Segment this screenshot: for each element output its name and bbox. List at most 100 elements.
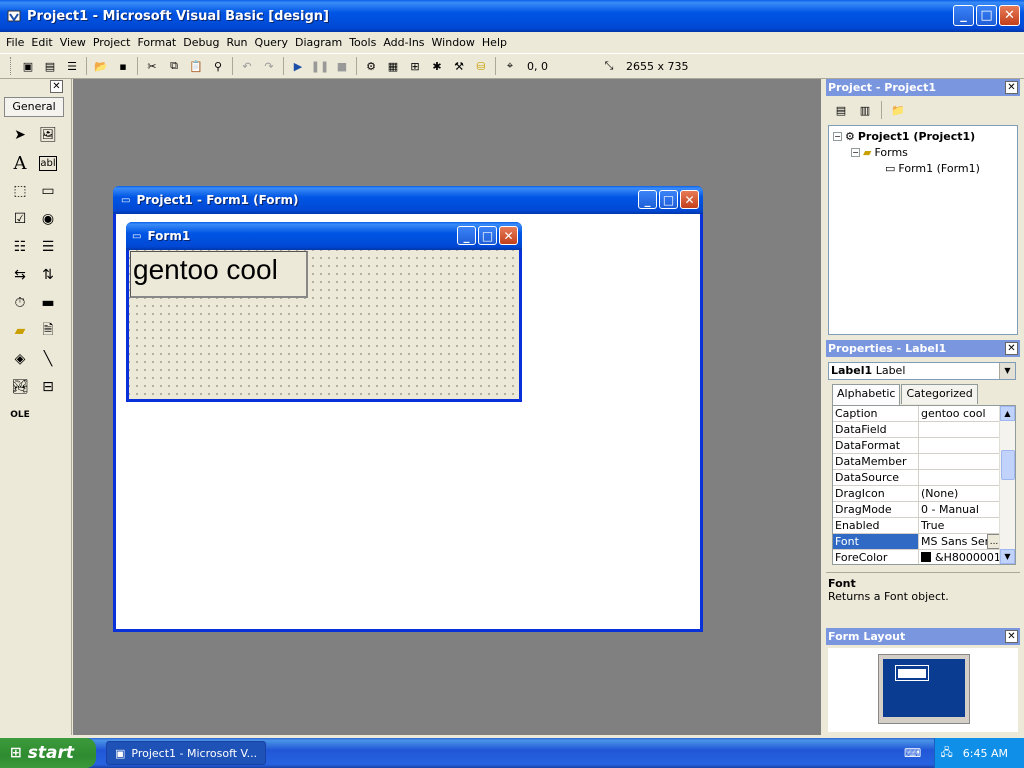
object-browser-icon[interactable]: ✱ (426, 55, 448, 77)
form-designer-titlebar[interactable]: ▭ Project1 - Form1 (Form) _ □ ✕ (113, 186, 703, 214)
redo-icon[interactable]: ↷ (258, 55, 280, 77)
image-tool-icon[interactable]: 🏞 (6, 373, 34, 401)
end-icon[interactable]: ■ (331, 55, 353, 77)
start-icon[interactable]: ▶ (287, 55, 309, 77)
tab-categorized[interactable]: Categorized (901, 384, 978, 404)
menu-edit[interactable]: Edit (31, 36, 52, 49)
close-button[interactable]: ✕ (999, 5, 1020, 26)
copy-icon[interactable]: ⧉ (163, 55, 185, 77)
property-row[interactable]: Enabled True (833, 518, 1001, 534)
scroll-up-icon[interactable]: ▲ (1000, 406, 1015, 421)
tree-project-node[interactable]: − ⚙ Project1 (Project1) (833, 130, 975, 143)
frame-tool-icon[interactable]: ⬚ (6, 177, 34, 205)
data-tool-icon[interactable]: ⊟ (34, 373, 62, 401)
menu-format[interactable]: Format (137, 36, 176, 49)
hscrollbar-tool-icon[interactable]: ⇆ (6, 261, 34, 289)
collapse-icon[interactable]: − (833, 132, 842, 141)
break-icon[interactable]: ❚❚ (309, 55, 331, 77)
vscrollbar-tool-icon[interactable]: ⇅ (34, 261, 62, 289)
menu-tools[interactable]: Tools (349, 36, 376, 49)
property-row[interactable]: ForeColor &H80000012 (833, 550, 1001, 564)
combobox-tool-icon[interactable]: ☷ (6, 233, 34, 261)
label-tool-icon[interactable]: A (6, 149, 34, 177)
start-button[interactable]: ⊞ start (0, 738, 96, 768)
add-project-icon[interactable]: ▣ (17, 55, 39, 77)
designer-close-button[interactable]: ✕ (680, 190, 699, 209)
property-row[interactable]: DataField (833, 422, 1001, 438)
property-row[interactable]: DataFormat (833, 438, 1001, 454)
minimize-button[interactable]: _ (953, 5, 974, 26)
optionbutton-tool-icon[interactable]: ◉ (34, 205, 62, 233)
toolbox-close-icon[interactable]: ✕ (50, 80, 63, 93)
menu-editor-icon[interactable]: ☰ (61, 55, 83, 77)
pointer-tool-icon[interactable]: ➤ (6, 121, 34, 149)
commandbutton-tool-icon[interactable]: ▭ (34, 177, 62, 205)
drivelistbox-tool-icon[interactable]: ▬ (34, 289, 62, 317)
undo-icon[interactable]: ↶ (236, 55, 258, 77)
form1-titlebar[interactable]: ▭ Form1 _ □ ✕ (126, 222, 522, 250)
add-form-icon[interactable]: ▤ (39, 55, 61, 77)
checkbox-tool-icon[interactable]: ☑ (6, 205, 34, 233)
menu-window[interactable]: Window (432, 36, 475, 49)
ole-tool-icon[interactable]: OLE (6, 401, 34, 429)
menu-add-ins[interactable]: Add-Ins (383, 36, 424, 49)
property-row[interactable]: DragMode 0 - Manual (833, 502, 1001, 518)
clock[interactable]: 6:45 AM (963, 747, 1008, 760)
property-row[interactable]: DataMember (833, 454, 1001, 470)
data-view-icon[interactable]: ⛁ (470, 55, 492, 77)
taskbar-vb-button[interactable]: ▣ Project1 - Microsoft V... (106, 741, 266, 765)
tab-alphabetic[interactable]: Alphabetic (832, 384, 901, 405)
property-scrollbar[interactable]: ▲ ▼ (999, 406, 1015, 564)
find-icon[interactable]: ⚲ (207, 55, 229, 77)
toolbox-general-tab[interactable]: General (4, 97, 64, 117)
menu-project[interactable]: Project (93, 36, 131, 49)
tree-forms-node[interactable]: − ▰ Forms (851, 146, 908, 159)
keyboard-icon[interactable]: ⌨ (904, 746, 921, 760)
scroll-thumb[interactable] (1001, 450, 1015, 480)
toolbox-icon[interactable]: ⚒ (448, 55, 470, 77)
form1-design-surface[interactable]: gentoo cool (129, 250, 519, 399)
menu-query[interactable]: Query (255, 36, 288, 49)
project-explorer-icon[interactable]: ⚙ (360, 55, 382, 77)
form-position-preview[interactable] (895, 665, 929, 681)
open-project-icon[interactable]: 📂 (90, 55, 112, 77)
toolbar-grip[interactable] (10, 57, 13, 75)
menu-help[interactable]: Help (482, 36, 507, 49)
maximize-button[interactable]: □ (976, 5, 997, 26)
scroll-down-icon[interactable]: ▼ (1000, 549, 1015, 564)
chevron-down-icon[interactable]: ▼ (999, 363, 1015, 379)
menu-diagram[interactable]: Diagram (295, 36, 342, 49)
view-object-icon[interactable]: ▥ (854, 99, 876, 121)
collapse-icon[interactable]: − (851, 148, 860, 157)
timer-tool-icon[interactable]: ⏱ (6, 289, 34, 317)
picturebox-tool-icon[interactable]: 🖼 (34, 121, 62, 149)
designer-minimize-button[interactable]: _ (638, 190, 657, 209)
menu-debug[interactable]: Debug (183, 36, 219, 49)
designer-maximize-button[interactable]: □ (659, 190, 678, 209)
network-icon[interactable]: 🖧 (941, 744, 953, 763)
form-layout-icon[interactable]: ⊞ (404, 55, 426, 77)
menu-run[interactable]: Run (226, 36, 247, 49)
listbox-tool-icon[interactable]: ☰ (34, 233, 62, 261)
object-selector[interactable]: Label1 Label ▼ (828, 362, 1016, 380)
tree-form1-node[interactable]: ▭ Form1 (Form1) (885, 162, 980, 175)
form1-close-button[interactable]: ✕ (499, 226, 518, 245)
textbox-tool-icon[interactable]: abl (39, 155, 57, 171)
dirlistbox-tool-icon[interactable]: ▰ (6, 317, 34, 345)
line-tool-icon[interactable]: ╲ (34, 345, 62, 373)
property-row[interactable]: DataSource (833, 470, 1001, 486)
form1-minimize-button[interactable]: _ (457, 226, 476, 245)
project-close-icon[interactable]: ✕ (1005, 81, 1018, 94)
menu-file[interactable]: File (6, 36, 24, 49)
label1-control[interactable]: gentoo cool (130, 251, 308, 298)
layout-close-icon[interactable]: ✕ (1005, 630, 1018, 643)
cut-icon[interactable]: ✂ (141, 55, 163, 77)
paste-icon[interactable]: 📋 (185, 55, 207, 77)
property-row[interactable]: DragIcon (None) (833, 486, 1001, 502)
menu-view[interactable]: View (60, 36, 86, 49)
save-project-icon[interactable]: ▪ (112, 55, 134, 77)
properties-close-icon[interactable]: ✕ (1005, 342, 1018, 355)
shape-tool-icon[interactable]: ◈ (6, 345, 34, 373)
view-code-icon[interactable]: ▤ (830, 99, 852, 121)
filelistbox-tool-icon[interactable]: 🗎 (34, 317, 62, 345)
